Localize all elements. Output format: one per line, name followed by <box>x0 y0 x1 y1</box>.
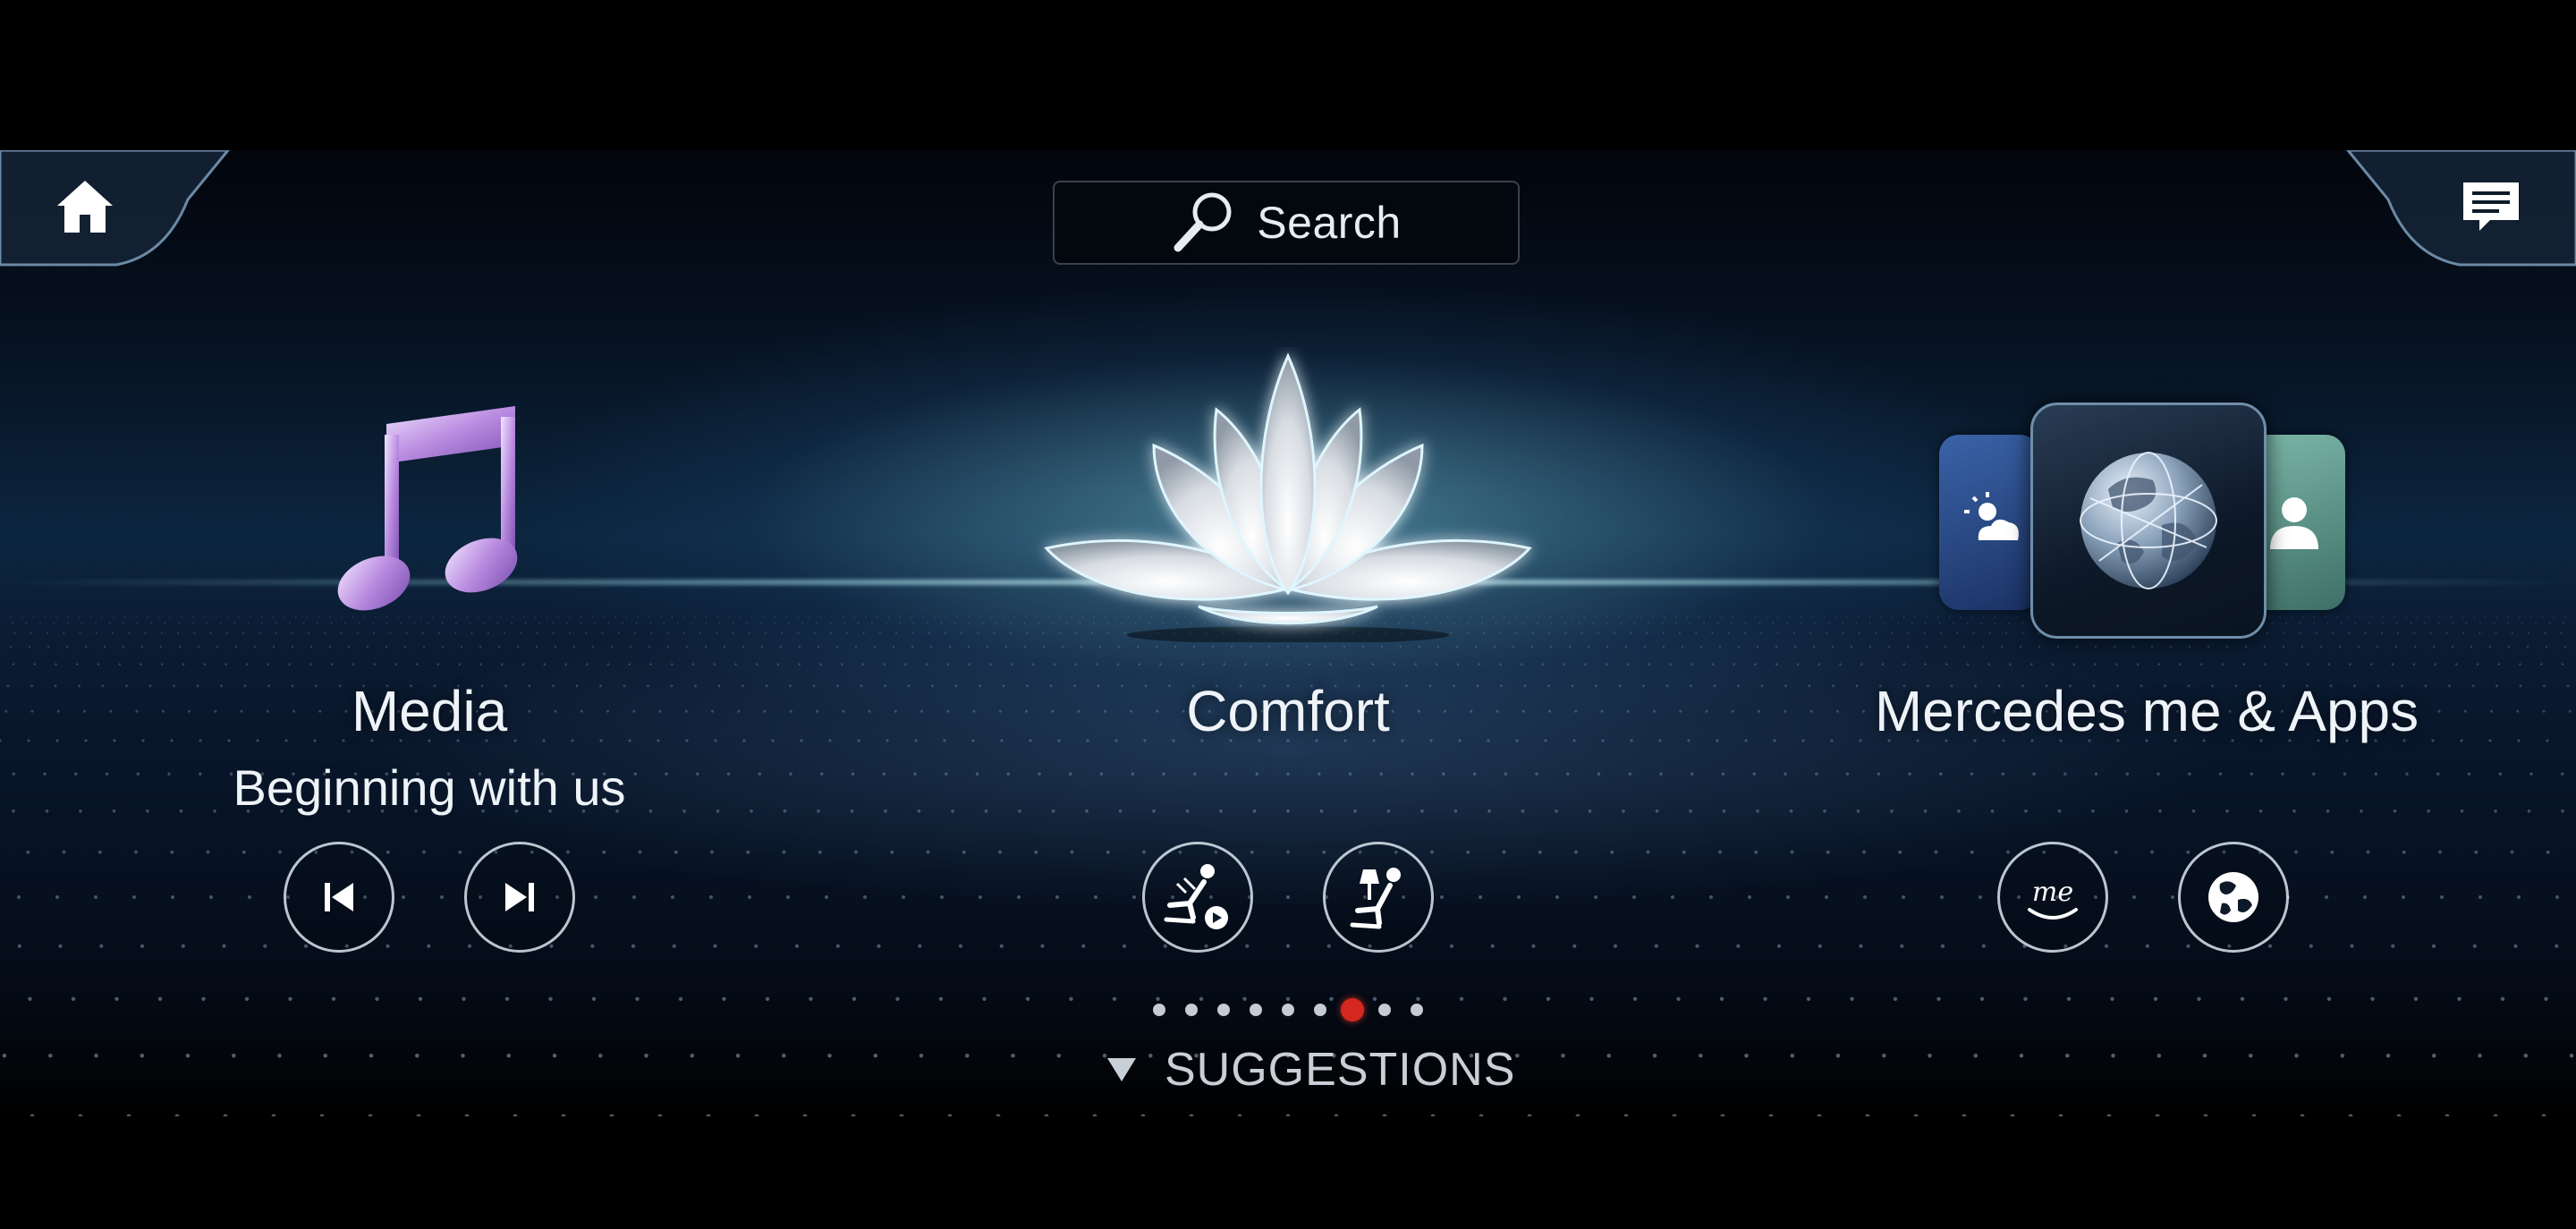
mercedes-me-icon: me <box>2028 877 2078 920</box>
page-dot <box>1282 1004 1294 1016</box>
person-icon <box>2270 497 2318 549</box>
notifications-corner-button[interactable] <box>2343 150 2576 267</box>
lotus-icon <box>1044 352 1532 642</box>
comfort-title: Comfort <box>1186 679 1390 743</box>
seat-lamp-icon <box>1350 868 1401 929</box>
globe-small-icon <box>2208 872 2258 922</box>
media-track-subtitle: Beginning with us <box>233 759 626 816</box>
svg-text:me: me <box>2032 877 2073 908</box>
page-dot <box>1314 1004 1326 1016</box>
music-note-icon <box>337 406 518 611</box>
home-icon <box>54 175 116 238</box>
search-button[interactable]: Search <box>1053 181 1520 265</box>
page-dot <box>1153 1004 1165 1016</box>
apps-title: Mercedes me & Apps <box>1874 679 2419 743</box>
seat-massage-icon <box>1164 864 1228 929</box>
home-corner-button[interactable] <box>0 150 233 267</box>
page-dot <box>1217 1004 1230 1016</box>
page-dot <box>1250 1004 1262 1016</box>
seat-light-button[interactable] <box>1323 842 1434 953</box>
skip-previous-icon <box>325 883 353 911</box>
previous-track-button[interactable] <box>284 842 394 953</box>
skip-next-icon <box>505 883 534 911</box>
globe-icon <box>2080 452 2217 589</box>
page-dot <box>1411 1004 1423 1016</box>
weather-app-card <box>1939 435 2039 610</box>
infotainment-screen: Search Media Beginning with us Comfort M… <box>0 150 2576 1116</box>
globe-app-button[interactable] <box>2178 842 2289 953</box>
message-icon <box>2460 175 2522 238</box>
suggestions-label: SUGGESTIONS <box>1165 1044 1516 1096</box>
page-dot <box>1378 1004 1391 1016</box>
mercedes-me-button[interactable]: me <box>1997 842 2108 953</box>
weather-icon <box>1964 492 2019 540</box>
suggestions-toggle[interactable]: SUGGESTIONS <box>1106 1043 1515 1097</box>
search-icon <box>1171 187 1239 259</box>
next-track-button[interactable] <box>464 842 575 953</box>
search-label: Search <box>1257 198 1402 248</box>
seat-massage-button[interactable] <box>1142 842 1253 953</box>
page-dot <box>1185 1004 1198 1016</box>
globe-app-card <box>2030 403 2267 639</box>
page-dot-active <box>1341 998 1364 1021</box>
triangle-down-icon <box>1107 1058 1136 1081</box>
media-title: Media <box>351 679 508 743</box>
page-indicator <box>0 998 2576 1021</box>
